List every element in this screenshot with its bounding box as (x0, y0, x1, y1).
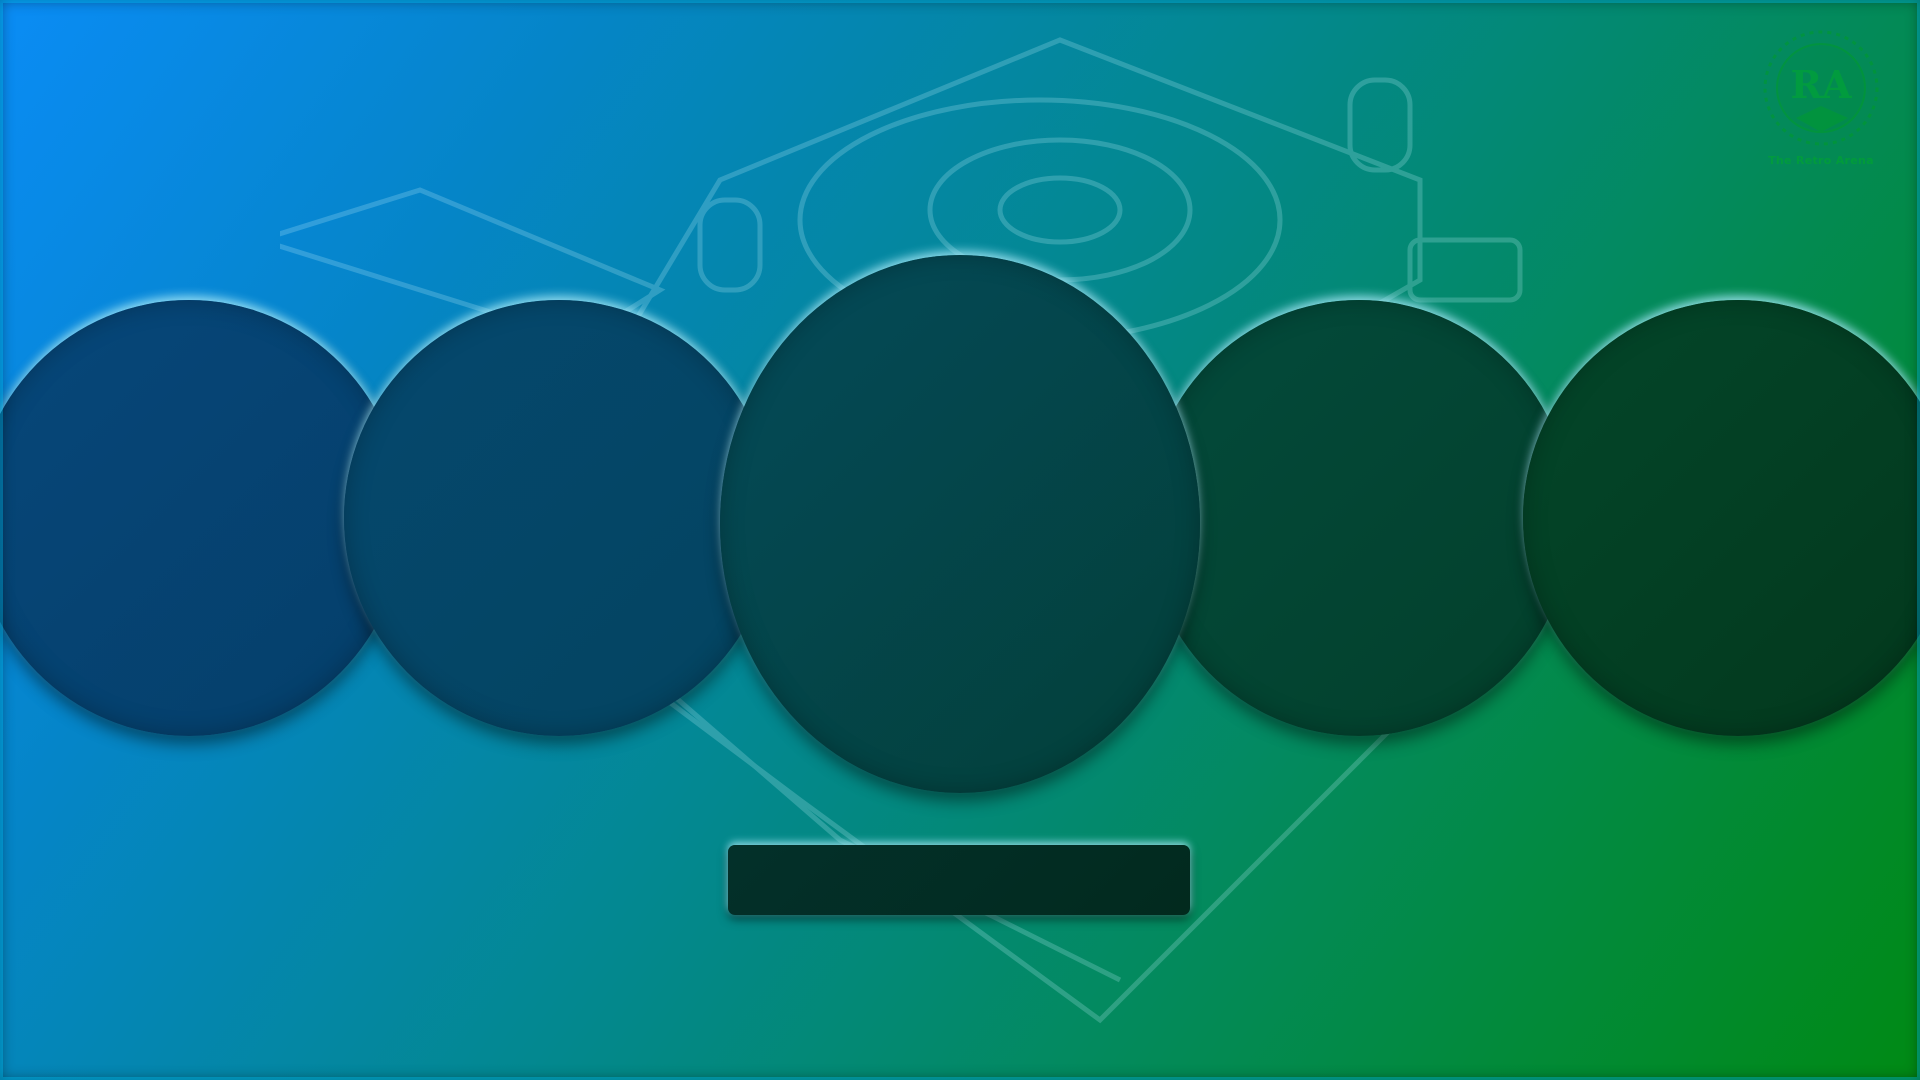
logo-emblem-icon: RA (1763, 30, 1879, 146)
carousel-tile[interactable] (344, 300, 774, 736)
frontend-screen: RA The Retro Arena (0, 0, 1920, 1080)
logo-monogram: RA (1790, 62, 1852, 107)
logo-text: The Retro Arena (1768, 154, 1874, 167)
system-carousel (0, 0, 1920, 1080)
carousel-tile[interactable] (1146, 300, 1572, 736)
carousel-tile[interactable] (1523, 300, 1920, 736)
selected-title-box[interactable] (728, 845, 1190, 915)
retro-arena-logo: RA The Retro Arena (1752, 26, 1890, 176)
carousel-tile-selected[interactable] (720, 255, 1200, 793)
